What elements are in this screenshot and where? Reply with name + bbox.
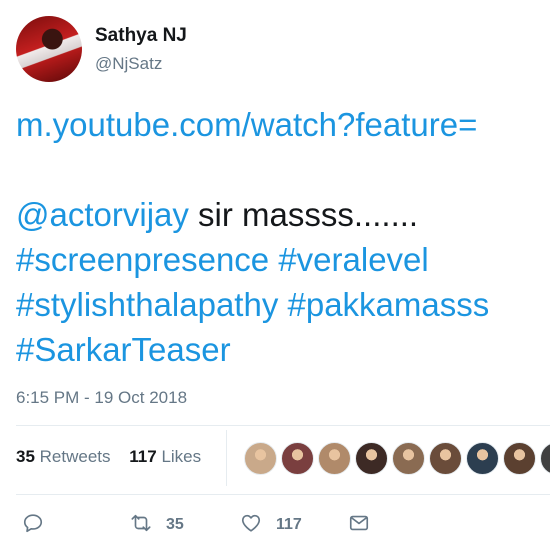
tweet-link[interactable]: m.youtube.com/watch?feature=	[16, 106, 477, 143]
liker-avatar[interactable]	[540, 442, 550, 475]
tweet-stats: 35 Retweets 117 Likes	[16, 447, 215, 467]
retweet-button[interactable]: 35	[130, 508, 184, 542]
retweet-icon	[130, 512, 152, 539]
likes-stat[interactable]: 117 Likes	[129, 447, 201, 467]
hashtag-link[interactable]: #screenpresence	[16, 241, 269, 278]
liker-avatars	[244, 442, 550, 476]
tweet-actions: 35 117	[16, 508, 550, 542]
divider	[16, 494, 550, 495]
liker-avatar[interactable]	[429, 442, 462, 475]
retweets-count: 35	[16, 447, 35, 466]
heart-icon	[240, 512, 262, 539]
like-button[interactable]: 117	[240, 508, 302, 542]
user-handle[interactable]: @NjSatz	[95, 54, 162, 74]
liker-avatar[interactable]	[392, 442, 425, 475]
retweet-count: 35	[166, 516, 184, 533]
stats-separator	[226, 430, 227, 486]
hashtag-link[interactable]: #stylishthalapathy	[16, 286, 278, 323]
likes-count: 117	[129, 447, 157, 466]
liker-avatar[interactable]	[355, 442, 388, 475]
liker-avatar[interactable]	[503, 442, 536, 475]
envelope-icon	[348, 512, 370, 539]
tweet-body-text: sir massss.......	[188, 196, 419, 233]
reply-icon	[22, 512, 44, 539]
mention-link[interactable]: @actorvijay	[16, 196, 189, 233]
hashtag-link[interactable]: #SarkarTeaser	[16, 331, 231, 368]
divider	[16, 425, 550, 426]
liker-avatar[interactable]	[244, 442, 277, 475]
avatar[interactable]	[16, 16, 82, 82]
tweet-timestamp[interactable]: 6:15 PM - 19 Oct 2018	[16, 388, 187, 408]
retweets-label: Retweets	[39, 447, 111, 466]
retweets-stat[interactable]: 35 Retweets	[16, 447, 111, 467]
tweet-header: Sathya NJ @NjSatz	[16, 16, 536, 86]
like-count: 117	[276, 516, 302, 533]
hashtag-link[interactable]: #pakkamasss	[288, 286, 490, 323]
tweet-text: m.youtube.com/watch?feature= @actorvijay…	[16, 102, 550, 372]
direct-message-button[interactable]	[348, 508, 370, 542]
reply-button[interactable]	[22, 508, 44, 542]
likes-label: Likes	[161, 447, 202, 466]
liker-avatar[interactable]	[466, 442, 499, 475]
liker-avatar[interactable]	[318, 442, 351, 475]
user-name[interactable]: Sathya NJ	[95, 25, 187, 47]
hashtag-link[interactable]: #veralevel	[278, 241, 428, 278]
liker-avatar[interactable]	[281, 442, 314, 475]
